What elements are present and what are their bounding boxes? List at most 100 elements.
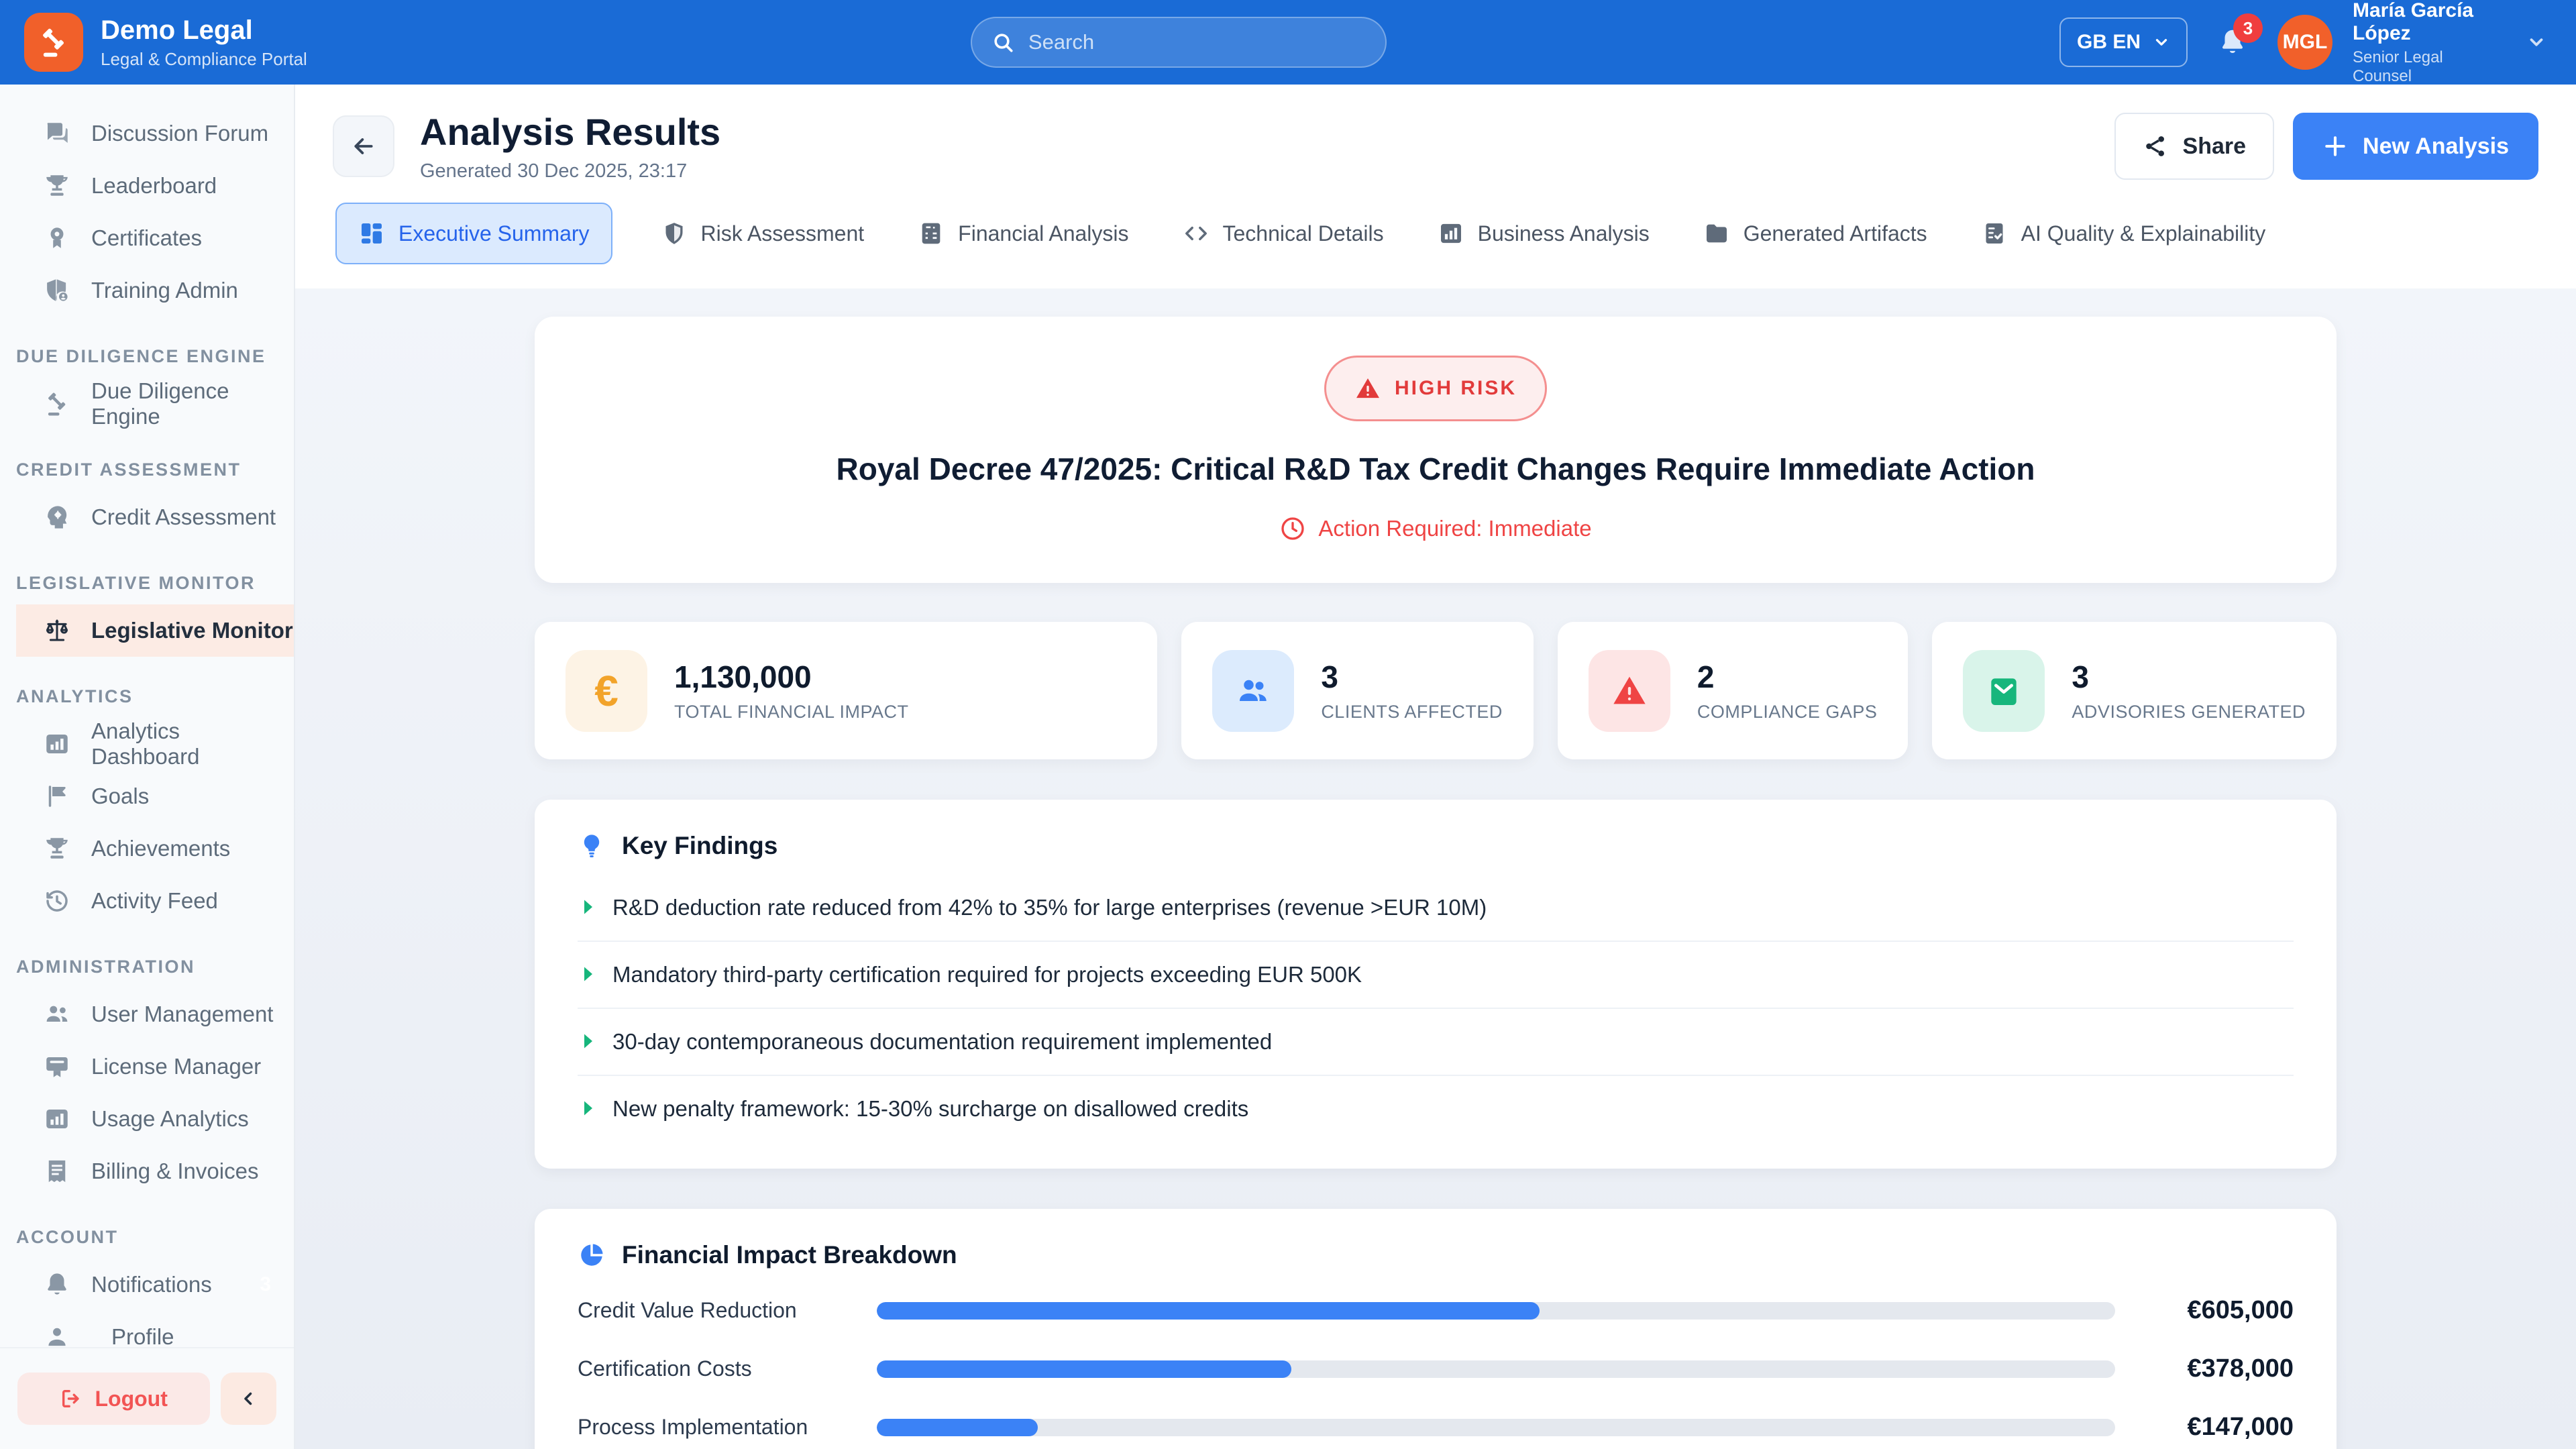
trophy-icon: [43, 835, 71, 863]
sidebar-item-license-manager[interactable]: License Manager: [16, 1040, 294, 1093]
stat-advisories-generated: 3 ADVISORIES GENERATED: [1932, 622, 2337, 759]
sidebar-notifications-badge: 3: [260, 1273, 271, 1296]
back-button[interactable]: [333, 115, 394, 177]
sidebar-item-notifications[interactable]: Notifications 3: [16, 1258, 294, 1311]
sidebar-item-label: Goals: [91, 784, 149, 809]
tab-executive-summary[interactable]: Executive Summary: [335, 203, 612, 264]
sidebar-item-label: Notifications: [91, 1272, 212, 1297]
impact-row: Certification Costs €378,000: [578, 1354, 2294, 1383]
action-required-label: Action Required: Immediate: [1318, 516, 1591, 541]
sidebar-item-billing-invoices[interactable]: Billing & Invoices: [16, 1145, 294, 1197]
sidebar-item-label: Leaderboard: [91, 173, 217, 199]
user-name: María García López: [2353, 0, 2497, 46]
tab-label: Generated Artifacts: [1743, 221, 1927, 246]
sidebar-item-legislative-monitor[interactable]: Legislative Monitor: [16, 604, 294, 657]
sidebar-item-profile[interactable]: Profile: [16, 1311, 294, 1347]
bullet-triangle-icon: [582, 899, 595, 915]
sidebar-item-discussion-forum[interactable]: Discussion Forum: [16, 107, 294, 160]
sidebar-footer: Logout: [0, 1347, 294, 1449]
sidebar-item-label: Certificates: [91, 225, 202, 251]
sidebar-item-certificates[interactable]: Certificates: [16, 212, 294, 264]
brand-logo: [24, 13, 83, 72]
user-menu[interactable]: María García López Senior Legal Counsel: [2353, 0, 2497, 86]
new-analysis-button[interactable]: New Analysis: [2293, 113, 2538, 180]
bar-chart-icon: [43, 1105, 71, 1133]
logout-button[interactable]: Logout: [17, 1373, 210, 1425]
share-button[interactable]: Share: [2114, 113, 2275, 180]
finding-item: New penalty framework: 15-30% surcharge …: [578, 1076, 2294, 1142]
stat-label: ADVISORIES GENERATED: [2072, 702, 2306, 722]
language-selector[interactable]: GB EN: [2059, 17, 2188, 67]
sidebar-section-analytics: ANALYTICS: [16, 686, 294, 707]
sidebar-item-achievements[interactable]: Achievements: [16, 822, 294, 875]
tab-ai-quality[interactable]: AI Quality & Explainability: [1976, 204, 2271, 263]
euro-icon: €: [566, 650, 647, 732]
shield-icon: [661, 220, 688, 247]
brand-subtitle: Legal & Compliance Portal: [101, 49, 307, 70]
finding-text: Mandatory third-party certification requ…: [612, 962, 1362, 987]
chevron-down-icon: [2153, 34, 2170, 51]
finding-text: 30-day contemporaneous documentation req…: [612, 1029, 1272, 1055]
dashboard-grid-icon: [358, 220, 385, 247]
finding-item: Mandatory third-party certification requ…: [578, 942, 2294, 1009]
tab-financial-analysis[interactable]: Financial Analysis: [912, 204, 1134, 263]
bar-chart-icon: [1438, 220, 1464, 247]
stat-compliance-gaps: 2 COMPLIANCE GAPS: [1558, 622, 1909, 759]
clock-icon: [1279, 515, 1306, 542]
impact-label: Credit Value Reduction: [578, 1298, 853, 1323]
sidebar-item-user-management[interactable]: User Management: [16, 988, 294, 1040]
sidebar-collapse-button[interactable]: [221, 1373, 276, 1425]
global-search[interactable]: [971, 17, 1387, 68]
sidebar-item-label: Analytics Dashboard: [91, 718, 294, 769]
people-icon: [43, 1000, 71, 1028]
avatar[interactable]: MGL: [2277, 15, 2332, 70]
sidebar-item-training-admin[interactable]: Training Admin: [16, 264, 294, 317]
history-icon: [43, 887, 71, 915]
sidebar-section-account: ACCOUNT: [16, 1227, 294, 1248]
sidebar-item-label: License Manager: [91, 1054, 261, 1079]
stat-value: 2: [1697, 659, 1878, 695]
sidebar-section-legislative: LEGISLATIVE MONITOR: [16, 573, 294, 594]
scroll-area[interactable]: HIGH RISK Royal Decree 47/2025: Critical…: [295, 288, 2576, 1449]
avatar-initials: MGL: [2283, 31, 2328, 54]
tab-risk-assessment[interactable]: Risk Assessment: [655, 204, 870, 263]
language-label: GB EN: [2077, 31, 2141, 54]
sidebar-item-activity-feed[interactable]: Activity Feed: [16, 875, 294, 927]
findings-list: R&D deduction rate reduced from 42% to 3…: [578, 875, 2294, 1142]
impact-bars: Credit Value Reduction €605,000 Certific…: [578, 1296, 2294, 1442]
sidebar-item-label: Discussion Forum: [91, 121, 268, 146]
search-input[interactable]: [1028, 30, 1366, 54]
financial-impact-card: Financial Impact Breakdown Credit Value …: [535, 1209, 2337, 1449]
certificate-icon: [43, 224, 71, 252]
user-role: Senior Legal Counsel: [2353, 48, 2497, 86]
bullet-triangle-icon: [582, 1033, 595, 1049]
main-content: Analysis Results Generated 30 Dec 2025, …: [295, 85, 2576, 1449]
notifications-button[interactable]: 3: [2217, 27, 2248, 58]
sidebar-item-goals[interactable]: Goals: [16, 770, 294, 822]
warning-triangle-icon: [1354, 375, 1381, 402]
financial-impact-title: Financial Impact Breakdown: [622, 1241, 957, 1269]
sidebar-item-leaderboard[interactable]: Leaderboard: [16, 160, 294, 212]
tab-technical-details[interactable]: Technical Details: [1177, 204, 1389, 263]
sidebar-item-analytics-dashboard[interactable]: Analytics Dashboard: [16, 718, 294, 770]
sidebar-item-label: Due Diligence Engine: [91, 378, 294, 429]
finding-item: R&D deduction rate reduced from 42% to 3…: [578, 875, 2294, 942]
stat-value: 3: [1321, 659, 1503, 695]
gavel-icon: [43, 390, 71, 418]
warning-triangle-icon: [1589, 650, 1670, 732]
tab-label: AI Quality & Explainability: [2021, 221, 2266, 246]
sidebar-item-due-diligence-engine[interactable]: Due Diligence Engine: [16, 378, 294, 430]
license-icon: [43, 1053, 71, 1081]
chevron-down-icon[interactable]: [2526, 32, 2546, 52]
sidebar-nav: Discussion Forum Leaderboard Certificate…: [0, 85, 294, 1347]
finding-item: 30-day contemporaneous documentation req…: [578, 1009, 2294, 1076]
sidebar-item-credit-assessment[interactable]: Credit Assessment: [16, 491, 294, 543]
stat-label: CLIENTS AFFECTED: [1321, 702, 1503, 722]
tab-label: Business Analysis: [1478, 221, 1650, 246]
sidebar-item-label: Activity Feed: [91, 888, 218, 914]
tab-label: Executive Summary: [398, 221, 590, 246]
tab-generated-artifacts[interactable]: Generated Artifacts: [1698, 204, 1933, 263]
tab-business-analysis[interactable]: Business Analysis: [1432, 204, 1655, 263]
sidebar-item-usage-analytics[interactable]: Usage Analytics: [16, 1093, 294, 1145]
impact-value: €605,000: [2139, 1296, 2294, 1325]
